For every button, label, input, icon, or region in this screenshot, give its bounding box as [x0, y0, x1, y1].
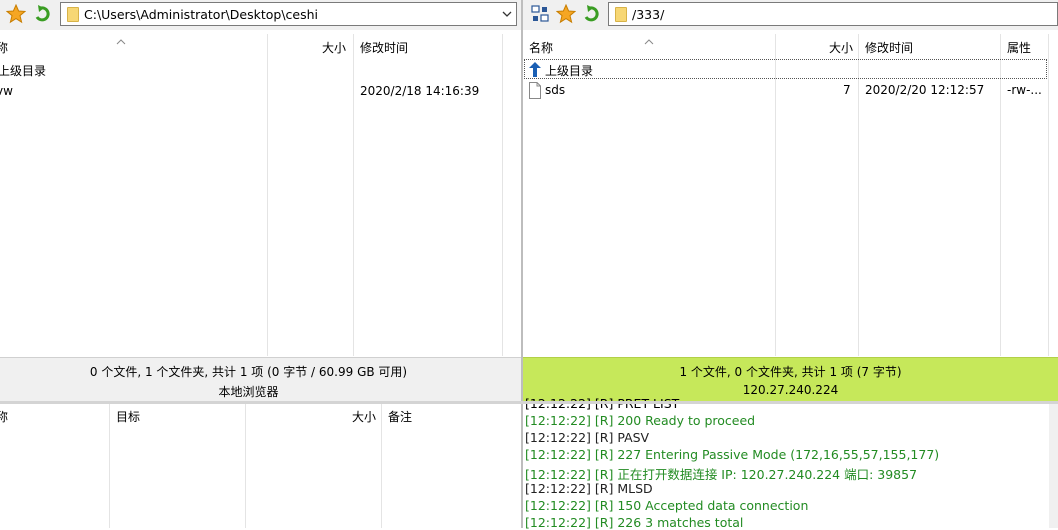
local-row-name: 上级目录: [0, 64, 47, 78]
remote-col-modified[interactable]: 修改时间: [865, 39, 913, 56]
local-list-header: 称 大小 修改时间: [0, 34, 521, 58]
refresh-icon[interactable]: [33, 4, 53, 24]
local-col-size[interactable]: 大小: [322, 39, 346, 56]
local-row-name: vw: [0, 84, 13, 98]
sort-arrow-icon: [644, 34, 654, 48]
queue-col-sep-1: [109, 404, 110, 528]
local-pane-label: 本地浏览器: [218, 385, 279, 399]
remote-status-bar: 1 个文件, 0 个文件夹, 共计 1 项 (7 字节) 120.27.240.…: [523, 357, 1058, 401]
up-arrow-icon: [528, 61, 542, 81]
local-row-modified: 2020/2/18 14:16:39: [360, 84, 480, 98]
file-icon: [529, 82, 541, 102]
local-path-text: C:\Users\Administrator\Desktop\ceshi: [84, 7, 319, 22]
local-path-field[interactable]: C:\Users\Administrator\Desktop\ceshi: [60, 2, 517, 26]
local-toolbar: C:\Users\Administrator\Desktop\ceshi: [0, 0, 521, 30]
remote-row-modified: 2020/2/20 12:12:57: [865, 83, 985, 97]
star-icon[interactable]: [5, 3, 27, 24]
chevron-down-icon[interactable]: [498, 3, 516, 25]
queue-col-size[interactable]: 大小: [352, 408, 376, 425]
queue-col-name[interactable]: 称: [0, 408, 8, 425]
remote-row-parent[interactable]: 上级目录: [524, 59, 1047, 79]
queue-header: 称 目标 大小 备注: [0, 404, 521, 426]
local-col-modified[interactable]: 修改时间: [360, 39, 408, 56]
remote-row-size: 7: [843, 83, 851, 97]
local-col-name[interactable]: 称: [0, 39, 8, 56]
remote-path-text: /333/: [632, 7, 665, 22]
log-line-2: [12:12:22] [R] 200 Ready to proceed: [525, 413, 756, 428]
remote-status-text: 1 个文件, 0 个文件夹, 共计 1 项 (7 字节): [679, 365, 902, 379]
sort-arrow-icon: [116, 34, 126, 48]
remote-toolbar: /333/: [523, 0, 1058, 30]
refresh-icon[interactable]: [582, 4, 602, 24]
queue-col-sep-2: [245, 404, 246, 528]
queue-col-sep-3: [381, 404, 382, 528]
queue-col-note[interactable]: 备注: [388, 408, 412, 425]
local-status-text: 0 个文件, 1 个文件夹, 共计 1 项 (0 字节 / 60.99 GB 可…: [89, 365, 408, 379]
remote-col-attr[interactable]: 属性: [1007, 39, 1031, 56]
site-manager-icon[interactable]: [530, 4, 550, 24]
remote-list-header: 名称 大小 修改时间 属性: [523, 34, 1058, 58]
local-status-bar: 0 个文件, 1 个文件夹, 共计 1 项 (0 字节 / 60.99 GB 可…: [0, 357, 521, 401]
folder-icon: [67, 7, 79, 22]
log-line-3: [12:12:22] [R] PASV: [525, 430, 650, 445]
log-scrollbar[interactable]: [1049, 404, 1058, 528]
local-col-sep-3: [502, 34, 503, 356]
log-line-7: [12:12:22] [R] 150 Accepted data connect…: [525, 498, 809, 513]
remote-row-name: sds: [545, 83, 566, 97]
folder-icon: [615, 7, 627, 22]
remote-row-parent-label: 上级目录: [545, 64, 594, 78]
remote-path-field[interactable]: /333/: [608, 2, 1058, 26]
log-line-4: [12:12:22] [R] 227 Entering Passive Mode…: [525, 447, 940, 462]
queue-col-target[interactable]: 目标: [116, 408, 140, 425]
star-icon[interactable]: [555, 3, 577, 24]
remote-row-sds[interactable]: sds 7 2020/2/20 12:12:57 -rw-...: [523, 81, 1058, 101]
local-row-parent[interactable]: 上级目录: [0, 60, 500, 80]
remote-col-name[interactable]: 名称: [529, 39, 553, 56]
local-row-vw[interactable]: vw 2020/2/18 14:16:39: [0, 82, 500, 102]
remote-col-size[interactable]: 大小: [829, 39, 853, 56]
remote-row-attr: -rw-...: [1007, 83, 1042, 97]
log-top-mask: [523, 401, 1058, 404]
log-line-6: [12:12:22] [R] MLSD: [525, 481, 653, 496]
remote-pane-label: 120.27.240.224: [742, 383, 839, 397]
